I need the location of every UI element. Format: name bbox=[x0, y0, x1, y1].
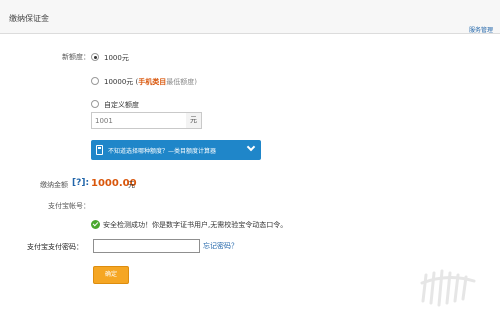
option-amount-10000-label: 10000元 (手机类目最低额度) bbox=[104, 78, 197, 86]
amount-calculator-toggle[interactable]: 不知道选择哪种额度？—类目额度计算器 bbox=[91, 140, 261, 160]
security-check-message: 安全检测成功！你是数字证书用户,无需校验宝令动态口令。 bbox=[103, 221, 288, 229]
alipay-account-label: 支付宝帐号： bbox=[48, 202, 90, 210]
calculator-icon bbox=[96, 145, 103, 155]
help-link[interactable]: [?]: bbox=[72, 178, 89, 188]
service-management-link[interactable]: 服务管理 bbox=[469, 25, 493, 34]
option-amount-1000-label: 1000元 bbox=[104, 54, 129, 62]
radio-amount-1000[interactable] bbox=[91, 53, 99, 61]
alipay-password-input[interactable] bbox=[93, 239, 200, 253]
forgot-password-link[interactable]: 忘记密码？ bbox=[203, 241, 238, 251]
radio-amount-custom[interactable] bbox=[91, 100, 99, 108]
watermark-logo bbox=[420, 269, 476, 307]
success-check-icon bbox=[91, 220, 100, 229]
new-amount-label: 新额度： bbox=[62, 53, 90, 61]
header-bar: 缴纳保证金 服务管理 bbox=[0, 0, 500, 34]
chevron-down-icon bbox=[246, 142, 256, 152]
option-custom-label: 自定义额度 bbox=[104, 101, 139, 109]
payment-amount-unit: 元 bbox=[128, 181, 135, 189]
calculator-text: 不知道选择哪种额度？—类目额度计算器 bbox=[108, 148, 217, 155]
page-title: 缴纳保证金 bbox=[9, 14, 49, 23]
alipay-password-label: 支付宝支付密码： bbox=[27, 243, 83, 251]
radio-amount-10000[interactable] bbox=[91, 77, 99, 85]
custom-amount-unit: 元 bbox=[186, 112, 202, 129]
custom-amount-input[interactable] bbox=[91, 112, 187, 129]
payment-amount-label: 缴纳金额 bbox=[40, 181, 68, 189]
confirm-button[interactable]: 确定 bbox=[93, 266, 129, 284]
category-highlight: 手机类目 bbox=[138, 78, 167, 86]
